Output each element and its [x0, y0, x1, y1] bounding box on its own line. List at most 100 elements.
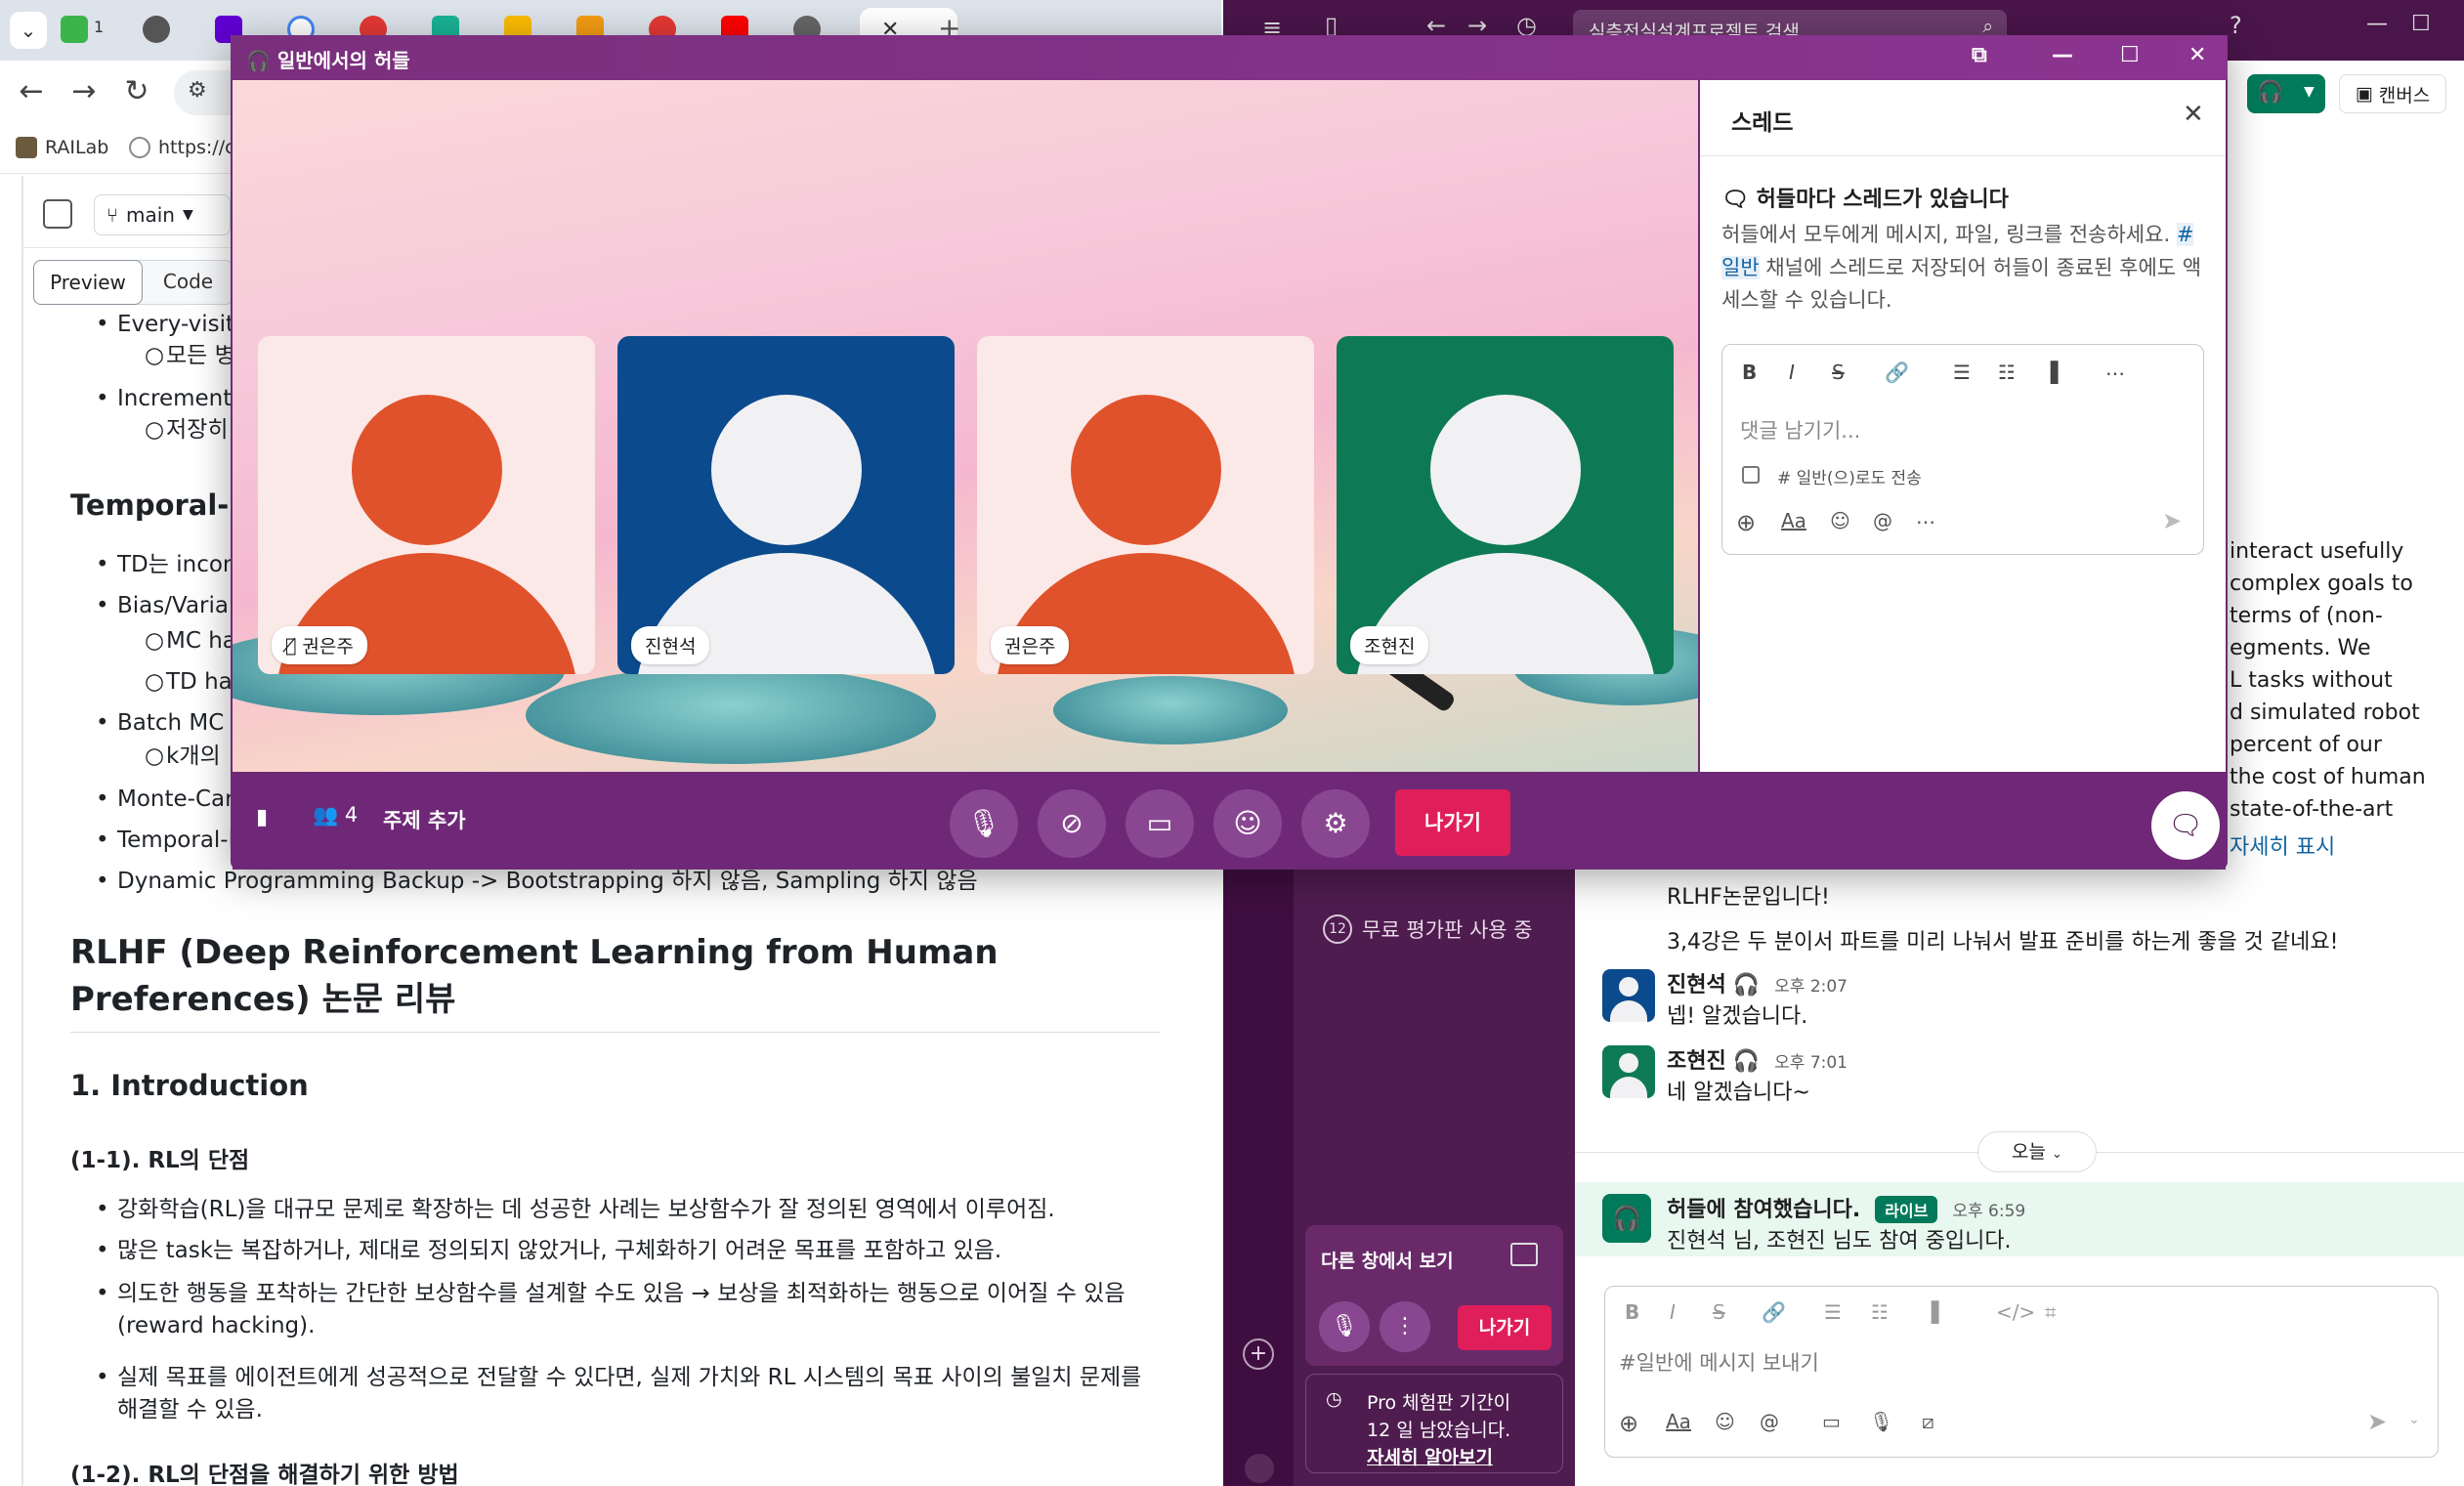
blockquote-icon[interactable]: ▌: [1932, 1300, 1946, 1324]
participant-tile[interactable]: 🎙̸ 권은주: [258, 336, 595, 674]
picture-in-picture-icon[interactable]: ⧉: [1972, 43, 1987, 67]
help-icon[interactable]: ?: [2230, 12, 2242, 39]
format-icon[interactable]: Aa: [1781, 509, 1806, 532]
avatar[interactable]: [1602, 1045, 1655, 1098]
mini-leave-button[interactable]: 나가기: [1458, 1305, 1551, 1350]
message-time[interactable]: 오후 7:01: [1774, 1053, 1848, 1073]
bullet-list-icon[interactable]: ☷: [1998, 361, 2016, 384]
branch-selector[interactable]: ⑂ main ▼: [94, 194, 231, 235]
thread-comment-input[interactable]: 댓글 남기기...: [1740, 415, 1860, 445]
search-icon: ⌕: [1982, 16, 1993, 37]
shortcut-icon[interactable]: ⧄: [1922, 1410, 1934, 1433]
canvas-button[interactable]: ▣ 캔버스: [2339, 74, 2446, 113]
reload-icon[interactable]: ↻: [117, 74, 156, 108]
code-icon[interactable]: </>: [1996, 1300, 2035, 1324]
bullet-list-icon[interactable]: ☷: [1871, 1300, 1889, 1324]
people-icon: 👥: [313, 803, 339, 827]
strike-icon[interactable]: S: [1832, 361, 1845, 384]
paper-snippet-line: L tasks without: [2230, 668, 2393, 693]
sender-name[interactable]: 조현진: [1667, 1049, 1726, 1074]
tab-code[interactable]: Code: [143, 260, 234, 305]
thread-composer[interactable]: B I S 🔗 ☰ ☷ ▌ … 댓글 남기기... # 일반(으)로도 전송 ⊕…: [1721, 344, 2204, 555]
add-topic-button[interactable]: 주제 추가: [383, 805, 466, 834]
headphones-icon: 🎧: [1732, 973, 1761, 998]
mention-icon[interactable]: @: [1760, 1410, 1779, 1433]
tab-preview[interactable]: Preview: [33, 260, 143, 305]
format-icon[interactable]: Aa: [1666, 1410, 1691, 1433]
tab-favicon-globe[interactable]: [143, 16, 170, 43]
paper-snippet-line: d simulated robot: [2230, 701, 2420, 725]
bold-icon[interactable]: B: [1625, 1300, 1639, 1324]
headphones-icon: 🎧: [246, 49, 271, 72]
maximize-icon[interactable]: ☐: [2120, 43, 2140, 67]
link-icon[interactable]: 🔗: [1762, 1300, 1786, 1324]
more-icon[interactable]: ⋮: [1380, 1301, 1430, 1352]
message-header: 조현진 🎧 오후 7:01: [1667, 1043, 1848, 1075]
tab-favicon-emoji[interactable]: [61, 16, 88, 43]
composer-placeholder[interactable]: #일반에 메시지 보내기: [1619, 1347, 1819, 1377]
back-icon[interactable]: ←: [12, 74, 51, 108]
also-send-checkbox[interactable]: [1742, 466, 1760, 484]
tab-search-button[interactable]: ⌄: [10, 12, 47, 49]
microphone-icon[interactable]: 🎙: [1869, 1410, 1893, 1433]
ordered-list-icon[interactable]: ☰: [1824, 1300, 1842, 1324]
mic-off-icon[interactable]: 🎙: [1319, 1301, 1370, 1352]
italic-icon[interactable]: I: [1789, 361, 1795, 384]
blockquote-icon[interactable]: ▌: [2051, 361, 2065, 384]
maximize-icon[interactable]: ☐: [2411, 12, 2431, 36]
mic-off-icon[interactable]: 🎙: [950, 789, 1018, 858]
settings-icon[interactable]: ⚙: [1301, 789, 1370, 858]
participants-button[interactable]: 👥 4: [313, 803, 358, 828]
close-icon[interactable]: ✕: [2188, 43, 2206, 67]
strike-icon[interactable]: S: [1713, 1300, 1725, 1324]
message-time[interactable]: 오후 2:07: [1774, 977, 1848, 997]
headphones-icon[interactable]: [1245, 1454, 1274, 1483]
emoji-icon[interactable]: ☺: [1830, 509, 1850, 532]
participant-tile[interactable]: 진현석: [617, 336, 955, 674]
open-in-window-label[interactable]: 다른 창에서 보기: [1321, 1247, 1454, 1273]
reaction-icon[interactable]: ☺: [1213, 789, 1282, 858]
popout-icon[interactable]: [1510, 1243, 1538, 1266]
chevron-down-icon[interactable]: ⌄: [2408, 1412, 2420, 1427]
italic-icon[interactable]: I: [1670, 1300, 1676, 1324]
participant-tile[interactable]: 조현진: [1337, 336, 1674, 674]
plus-icon[interactable]: ⊕: [1736, 509, 1756, 536]
leave-huddle-button[interactable]: 나가기: [1395, 789, 1510, 856]
send-icon[interactable]: ➤: [2367, 1408, 2387, 1435]
close-icon[interactable]: ✕: [2183, 100, 2204, 129]
code-block-icon[interactable]: ⌗: [2045, 1300, 2056, 1324]
video-icon[interactable]: ▭: [1822, 1410, 1841, 1433]
mention-icon[interactable]: @: [1873, 509, 1892, 532]
camera-off-icon[interactable]: ⊘: [1038, 789, 1106, 858]
signal-icon[interactable]: ▮: [256, 805, 268, 829]
sidebar-toggle-icon[interactable]: [43, 199, 72, 229]
ordered-list-icon[interactable]: ☰: [1953, 361, 1971, 384]
avatar[interactable]: [1602, 969, 1655, 1022]
link-icon[interactable]: 🔗: [1885, 361, 1909, 384]
huddle-toggle-button[interactable]: 🎧 ▼: [2247, 74, 2325, 113]
show-more-link[interactable]: 자세히 표시: [2230, 829, 2335, 861]
send-icon[interactable]: ➤: [2162, 507, 2182, 534]
add-workspace-icon[interactable]: +: [1243, 1338, 1274, 1370]
bookmark-railab[interactable]: RAILab: [16, 137, 108, 158]
sender-name[interactable]: 진현석: [1667, 973, 1726, 998]
more-icon[interactable]: …: [2105, 357, 2125, 380]
paper-snippet-line: state-of-the-art: [2230, 797, 2394, 822]
plus-icon[interactable]: ⊕: [1619, 1410, 1638, 1437]
emoji-icon[interactable]: ☺: [1715, 1410, 1735, 1433]
pro-trial-box: ◷ Pro 체험판 기간이 12 일 남았습니다. 자세히 알아보기: [1305, 1374, 1563, 1473]
more-icon[interactable]: …: [1916, 505, 1935, 529]
participant-tile[interactable]: 권은주: [977, 336, 1314, 674]
trial-status[interactable]: 12 무료 평가판 사용 중: [1323, 914, 1533, 944]
learn-more-link[interactable]: 자세히 알아보기: [1367, 1443, 1493, 1469]
minimize-icon[interactable]: —: [2366, 12, 2388, 36]
minimize-icon[interactable]: —: [2052, 43, 2073, 67]
message-composer[interactable]: B I S 🔗 ☰ ☷ ▌ </> ⌗ #일반에 메시지 보내기 ⊕ Aa ☺ …: [1604, 1286, 2439, 1458]
screen-share-icon[interactable]: ▭: [1126, 789, 1194, 858]
bold-icon[interactable]: B: [1742, 361, 1757, 384]
bookmark-url[interactable]: https://c: [129, 137, 235, 158]
forward-icon[interactable]: →: [64, 74, 104, 108]
thread-toggle-icon[interactable]: 🗨: [2151, 791, 2220, 860]
message-time[interactable]: 오후 6:59: [1952, 1202, 2025, 1221]
date-jump-button[interactable]: 오늘 ⌄: [1977, 1131, 2097, 1172]
